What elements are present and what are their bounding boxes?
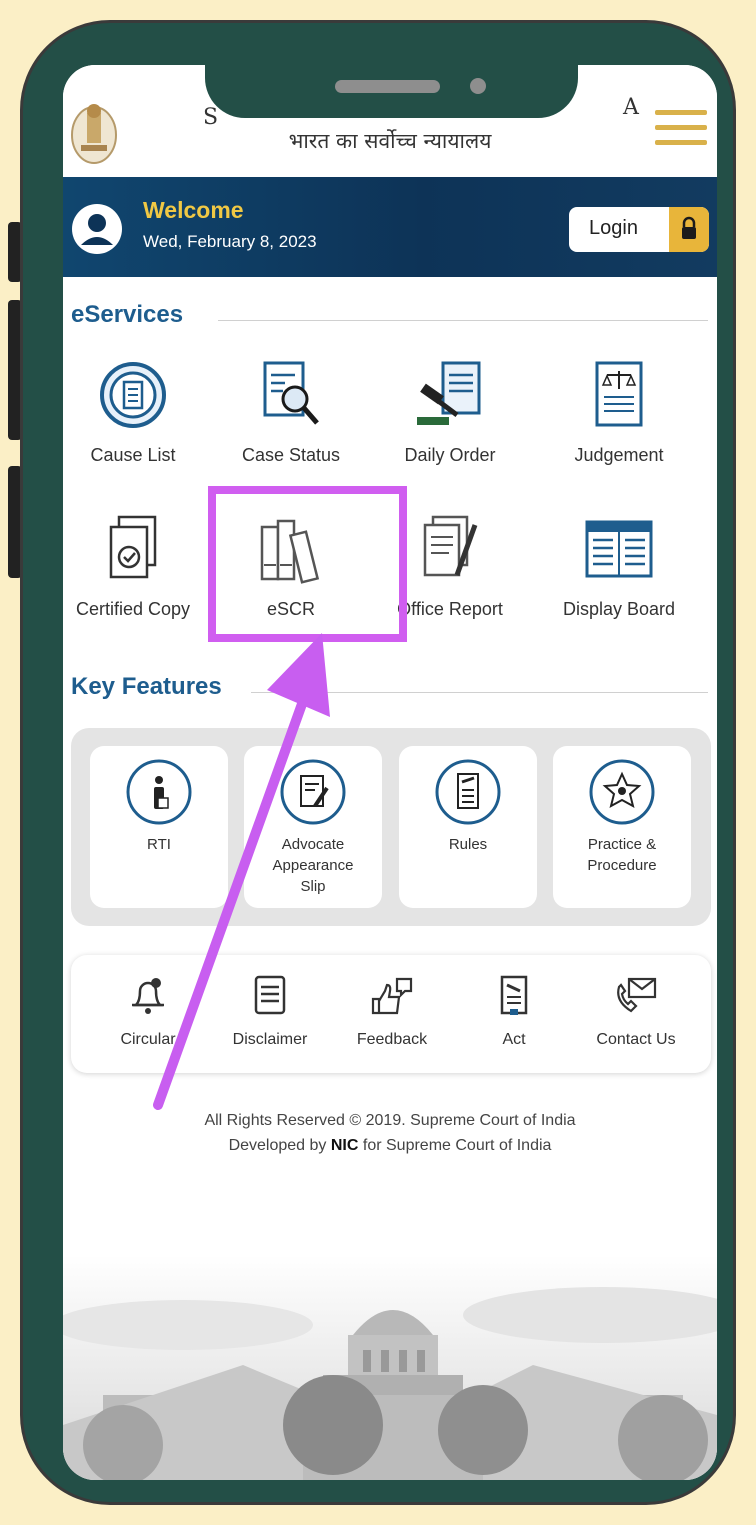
eservice-label: Judgement [574, 445, 664, 465]
act-document-icon [500, 975, 528, 1015]
eservices-divider [218, 320, 708, 321]
quick-link-label: Circular [120, 1031, 176, 1048]
key-feature-practice-procedure[interactable]: Practice & Procedure [553, 746, 691, 908]
welcome-date: Wed, February 8, 2023 [143, 232, 317, 251]
thumbs-icon [371, 977, 413, 1015]
credit-prefix: Developed by [228, 1137, 331, 1154]
key-feature-label: Practice & Procedure [587, 836, 657, 874]
quick-link-act[interactable]: Act [459, 973, 569, 1049]
emblem-star-icon [553, 758, 691, 826]
eservice-label: Display Board [562, 599, 676, 619]
court-title-hindi: भारत का सर्वोच्च न्यायालय [288, 129, 492, 153]
hamburger-menu-icon[interactable] [655, 110, 707, 148]
quick-links-bar: Circular Disclaimer Feedback Act Contact… [71, 955, 711, 1073]
rules-document-icon [399, 758, 537, 826]
eservice-label: Cause List [90, 445, 176, 465]
key-feature-rules[interactable]: Rules [399, 746, 537, 908]
document-edit-icon [244, 758, 382, 826]
quick-link-disclaimer[interactable]: Disclaimer [215, 973, 325, 1049]
quick-link-label: Disclaimer [232, 1031, 308, 1048]
login-button[interactable]: Login [569, 207, 709, 252]
eservice-label: Case Status [241, 445, 341, 465]
key-features-title: Key Features [71, 673, 222, 700]
key-feature-label: Rules [448, 836, 488, 853]
eservice-display-board[interactable]: Display Board [539, 509, 699, 620]
user-avatar-icon [72, 204, 122, 254]
quick-link-label: Contact Us [596, 1031, 676, 1048]
eservice-daily-order[interactable]: Daily Order [370, 355, 530, 466]
list-document-icon [254, 975, 286, 1015]
eservice-case-status[interactable]: Case Status [211, 355, 371, 466]
cause-list-icon [63, 355, 213, 435]
quick-link-contact-us[interactable]: Contact Us [581, 973, 691, 1049]
eservice-label: Certified Copy [75, 599, 191, 619]
eservice-certified-copy[interactable]: Certified Copy [63, 509, 213, 620]
escr-highlight-box [208, 486, 407, 642]
supreme-court-building-illustration [63, 1255, 717, 1480]
phone-mail-icon [617, 977, 657, 1013]
key-feature-advocate-slip[interactable]: Advocate Appearance Slip [244, 746, 382, 908]
phone-notch [205, 65, 578, 118]
welcome-title: Welcome [143, 197, 244, 223]
key-features-divider [251, 692, 708, 693]
eservices-title: eServices [71, 301, 184, 328]
copyright-text: All Rights Reserved © 2019. Supreme Cour… [204, 1112, 576, 1129]
key-feature-label: RTI [147, 836, 171, 853]
login-label: Login [589, 217, 638, 239]
quick-link-label: Feedback [356, 1031, 428, 1048]
key-feature-rti[interactable]: RTI [90, 746, 228, 908]
key-feature-label: Advocate Appearance Slip [272, 836, 354, 895]
quick-link-feedback[interactable]: Feedback [337, 973, 447, 1049]
lock-icon [669, 207, 709, 252]
eservice-label: Daily Order [404, 445, 496, 465]
display-board-icon [539, 509, 699, 589]
certified-copy-icon [63, 509, 213, 589]
welcome-banner: Welcome Wed, February 8, 2023 Login [63, 177, 717, 277]
developer-credit: Developed by NIC for Supreme Court of In… [63, 1133, 717, 1158]
eservice-judgement[interactable]: Judgement [539, 355, 699, 466]
credit-nic: NIC [330, 1137, 359, 1154]
speaker-grille [335, 80, 440, 93]
quick-link-label: Act [502, 1031, 526, 1048]
eservice-cause-list[interactable]: Cause List [63, 355, 213, 466]
quick-link-circular[interactable]: Circular [93, 973, 203, 1049]
bell-icon [132, 978, 164, 1014]
case-status-icon [211, 355, 371, 435]
info-person-icon [90, 758, 228, 826]
phone-screen: S A भारत का सर्वोच्च न्यायालय Welcome We… [63, 65, 717, 1480]
judgement-icon [539, 355, 699, 435]
court-title-fragment-end: A [623, 95, 639, 120]
front-camera [470, 78, 486, 94]
daily-order-icon [370, 355, 530, 435]
credit-suffix: for Supreme Court of India [358, 1137, 552, 1154]
